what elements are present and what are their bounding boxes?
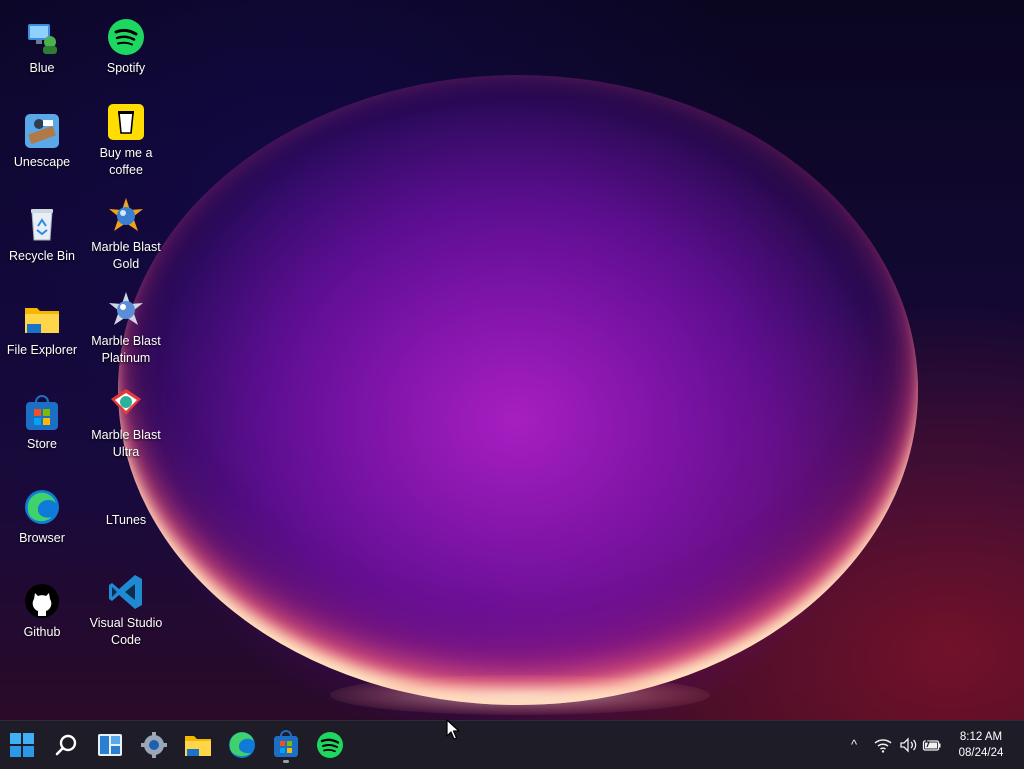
taskbar-file-explorer-button[interactable] <box>182 729 214 761</box>
desktop-icon-spotify[interactable]: Spotify <box>84 18 168 77</box>
mouse-cursor-icon <box>446 719 460 741</box>
show-hidden-icons-button[interactable]: ^ <box>844 735 864 755</box>
desktop-icon-browser[interactable]: Browser <box>0 488 84 547</box>
desktop-icon-marble-blast-platinum[interactable]: Marble Blast Platinum <box>84 291 168 367</box>
taskbar: ^ 8:12 AM 08/24/24 <box>0 720 1024 769</box>
widgets-button[interactable] <box>94 729 126 761</box>
recycle-bin-icon <box>23 206 61 244</box>
wifi-icon <box>874 739 892 753</box>
desktop-icon-label: Recycle Bin <box>9 249 75 263</box>
edge-browser-icon <box>229 732 255 758</box>
blue-app-icon <box>23 18 61 56</box>
edge-browser-icon <box>23 488 61 526</box>
marble-blast-ultra-icon <box>107 385 145 423</box>
wallpaper-orb <box>118 75 918 705</box>
clock-time: 8:12 AM <box>959 731 1003 743</box>
desktop-icon-marble-blast-ultra[interactable]: Marble Blast Ultra <box>84 385 168 461</box>
taskbar-store-button[interactable] <box>270 729 302 763</box>
battery-button[interactable] <box>922 735 942 755</box>
desktop-icon-label: Blue <box>29 61 55 75</box>
folder-icon <box>185 736 211 756</box>
desktop-icon-label: File Explorer <box>6 343 78 357</box>
unescape-icon <box>23 112 61 150</box>
desktop-icon-label: Marble Blast Platinum <box>91 334 161 365</box>
desktop-icon-marble-blast-gold[interactable]: Marble Blast Gold <box>84 197 168 273</box>
store-icon <box>23 394 61 432</box>
vscode-icon <box>107 573 145 611</box>
spotify-icon <box>107 18 145 56</box>
gear-icon <box>141 732 167 758</box>
taskbar-browser-button[interactable] <box>226 729 258 761</box>
desktop-icon-label: Visual Studio Code <box>89 616 163 647</box>
widgets-icon <box>98 734 122 756</box>
chevron-up-icon: ^ <box>850 737 858 752</box>
desktop-icon-label: Browser <box>19 531 65 545</box>
desktop-icon-label: Marble Blast Gold <box>91 240 161 271</box>
start-button[interactable] <box>6 729 38 761</box>
desktop-icon-store[interactable]: Store <box>0 394 84 453</box>
marble-blast-gold-icon <box>107 197 145 235</box>
desktop-icon-github[interactable]: Github <box>0 582 84 641</box>
desktop-icon-label: Buy me a coffee <box>99 146 153 177</box>
marble-blast-platinum-icon <box>107 291 145 329</box>
clock-date: 08/24/24 <box>958 747 1004 759</box>
desktop-icon-label: Store <box>27 437 57 451</box>
clock[interactable]: 8:12 AM 08/24/24 <box>946 729 1016 761</box>
desktop-icon-buy-me-a-coffee[interactable]: Buy me a coffee <box>84 103 168 179</box>
volume-button[interactable] <box>898 735 918 755</box>
folder-icon <box>23 300 61 338</box>
wifi-button[interactable] <box>873 735 893 755</box>
windows-start-icon <box>10 733 34 757</box>
desktop-icon-label: Unescape <box>13 155 71 169</box>
ltunes-icon <box>107 470 145 508</box>
search-button[interactable] <box>51 729 83 761</box>
desktop-icon-label: Github <box>23 625 61 639</box>
desktop-icon-recycle-bin[interactable]: Recycle Bin <box>0 206 84 265</box>
desktop-icon-visual-studio-code[interactable]: Visual Studio Code <box>84 573 168 649</box>
desktop-icon-file-explorer[interactable]: File Explorer <box>0 300 84 359</box>
battery-charging-icon <box>922 736 941 751</box>
coffee-cup-icon <box>107 103 145 141</box>
desktop-icon-label: LTunes <box>105 513 147 527</box>
running-indicator <box>283 760 289 763</box>
desktop-icon-blue[interactable]: Blue <box>0 18 84 77</box>
spotify-icon <box>317 732 343 758</box>
desktop-icon-ltunes[interactable]: LTunes <box>84 470 168 529</box>
desktop-icon-label: Spotify <box>106 61 146 75</box>
settings-button[interactable] <box>138 729 170 761</box>
volume-icon <box>900 737 917 753</box>
search-icon <box>55 734 77 756</box>
wallpaper-glow <box>330 675 710 715</box>
taskbar-spotify-button[interactable] <box>314 729 346 761</box>
github-icon <box>23 582 61 620</box>
store-icon <box>274 730 298 757</box>
desktop-icon-unescape[interactable]: Unescape <box>0 112 84 171</box>
desktop-icon-label: Marble Blast Ultra <box>91 428 161 459</box>
desktop[interactable]: Blue Unescape Recycle Bin File Explorer … <box>0 0 1024 720</box>
